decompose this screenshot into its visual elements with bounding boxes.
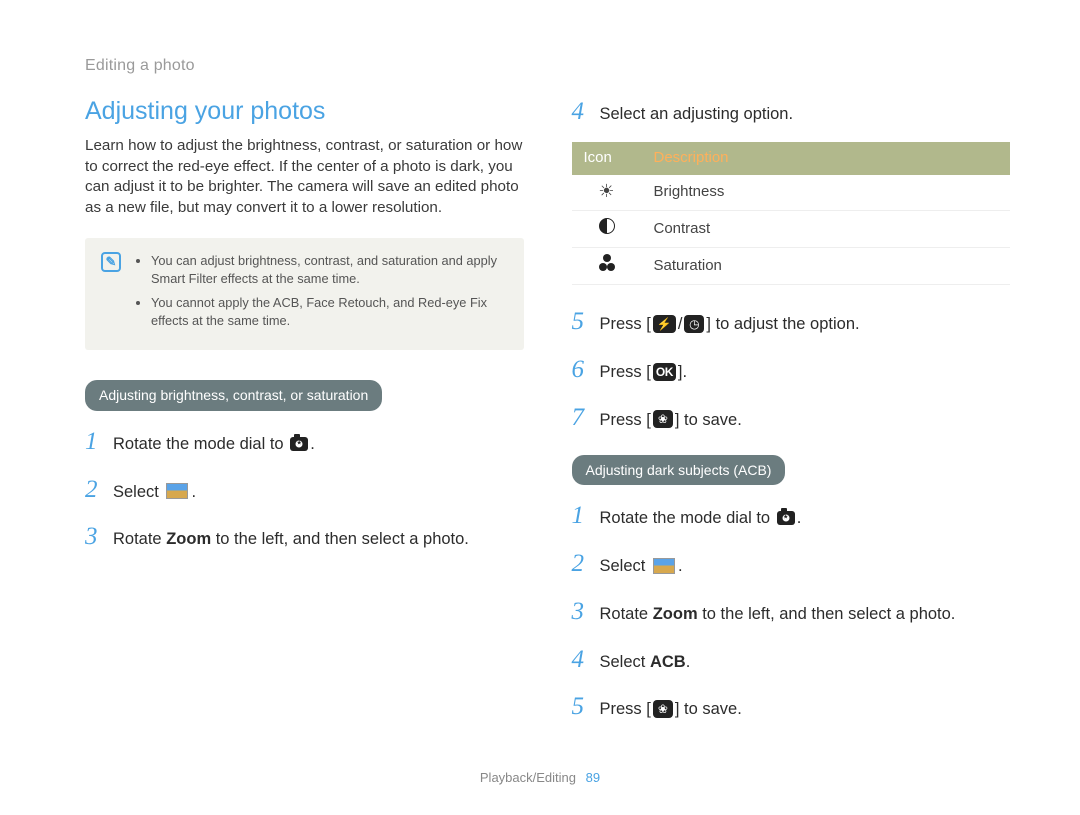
note-icon: ✎	[101, 252, 121, 272]
step-1: 1 Rotate the mode dial to ★.	[85, 425, 524, 459]
step-3: 3 Rotate Zoom to the left, and then sele…	[85, 520, 524, 554]
step-text: Select	[600, 557, 650, 575]
step-number: 1	[572, 499, 600, 533]
table-cell: Contrast	[642, 210, 1011, 247]
edit-icon	[653, 558, 675, 574]
step-number: 1	[85, 425, 113, 459]
table-header-icon: Icon	[572, 142, 642, 174]
mode-icon: ★	[777, 511, 795, 525]
note-item: You cannot apply the ACB, Face Retouch, …	[151, 294, 508, 330]
step-2: 2 Select .	[85, 473, 524, 507]
step-6: 6 Press [OK].	[572, 353, 1011, 387]
step-text: Rotate the mode dial to	[600, 509, 775, 527]
step-4: 4 Select an adjusting option.	[572, 95, 1011, 129]
step-number: 2	[572, 547, 600, 581]
table-cell: Brightness	[642, 175, 1011, 211]
step-text: Rotate	[600, 605, 653, 623]
acb-bold: ACB	[650, 653, 686, 671]
table-header-desc: Description	[642, 142, 1011, 174]
step-number: 4	[572, 643, 600, 677]
table-cell: Saturation	[642, 248, 1011, 285]
table-row: Brightness	[572, 175, 1011, 211]
step-text: ] to save.	[675, 700, 742, 718]
ok-icon: OK	[653, 363, 676, 381]
step-text: Select	[113, 483, 163, 501]
acb-step-5: 5 Press [❀] to save.	[572, 690, 1011, 724]
note-box: ✎ You can adjust brightness, contrast, a…	[85, 238, 524, 350]
macro-icon: ❀	[653, 700, 673, 718]
step-text: Press [	[600, 700, 651, 718]
brightness-icon	[598, 182, 614, 200]
step-text: Rotate	[113, 530, 166, 548]
page-footer: Playback/Editing 89	[0, 769, 1080, 787]
section-title: Adjusting your photos	[85, 95, 524, 129]
acb-step-2: 2 Select .	[572, 547, 1011, 581]
footer-section: Playback/Editing	[480, 770, 576, 785]
table-row: Contrast	[572, 210, 1011, 247]
page-number: 89	[586, 770, 600, 785]
step-text: Select	[600, 653, 650, 671]
step-number: 6	[572, 353, 600, 387]
step-text: to the left, and then select a photo.	[698, 605, 956, 623]
step-text: Press [	[600, 411, 651, 429]
subheading-pill: Adjusting brightness, contrast, or satur…	[85, 380, 382, 411]
zoom-bold: Zoom	[166, 530, 211, 548]
table-row: Saturation	[572, 248, 1011, 285]
zoom-bold: Zoom	[653, 605, 698, 623]
step-text: ].	[678, 363, 687, 381]
step-number: 3	[572, 595, 600, 629]
step-text: ] to save.	[675, 411, 742, 429]
step-number: 4	[572, 95, 600, 129]
intro-text: Learn how to adjust the brightness, cont…	[85, 136, 524, 218]
right-column: 4 Select an adjusting option. Icon Descr…	[572, 95, 1011, 739]
step-number: 5	[572, 690, 600, 724]
contrast-icon	[599, 218, 615, 234]
step-5: 5 Press [⚡/◷] to adjust the option.	[572, 305, 1011, 339]
mode-icon: ★	[290, 437, 308, 451]
step-list-right-b: 5 Press [⚡/◷] to adjust the option. 6 Pr…	[572, 305, 1011, 434]
breadcrumb: Editing a photo	[85, 55, 1010, 77]
edit-icon	[166, 483, 188, 499]
step-text: .	[686, 653, 691, 671]
step-text: ] to adjust the option.	[706, 315, 859, 333]
flash-icon: ⚡	[653, 315, 676, 333]
step-text: Rotate the mode dial to	[113, 435, 288, 453]
acb-step-1: 1 Rotate the mode dial to ★.	[572, 499, 1011, 533]
options-table: Icon Description Brightness Contrast Sat…	[572, 142, 1011, 285]
macro-icon: ❀	[653, 410, 673, 428]
step-number: 7	[572, 401, 600, 435]
step-number: 5	[572, 305, 600, 339]
saturation-icon	[597, 255, 617, 271]
acb-step-4: 4 Select ACB.	[572, 643, 1011, 677]
subheading-pill: Adjusting dark subjects (ACB)	[572, 455, 786, 486]
step-number: 3	[85, 520, 113, 554]
content-columns: Adjusting your photos Learn how to adjus…	[85, 95, 1010, 739]
step-text: Press [	[600, 363, 651, 381]
left-column: Adjusting your photos Learn how to adjus…	[85, 95, 524, 739]
step-list-acb: 1 Rotate the mode dial to ★. 2 Select . …	[572, 499, 1011, 724]
step-number: 2	[85, 473, 113, 507]
step-7: 7 Press [❀] to save.	[572, 401, 1011, 435]
step-list-left: 1 Rotate the mode dial to ★. 2 Select . …	[85, 425, 524, 554]
acb-step-3: 3 Rotate Zoom to the left, and then sele…	[572, 595, 1011, 629]
step-text: Press [	[600, 315, 651, 333]
step-list-right-a: 4 Select an adjusting option.	[572, 95, 1011, 129]
step-text: to the left, and then select a photo.	[211, 530, 469, 548]
timer-icon: ◷	[684, 315, 704, 333]
note-item: You can adjust brightness, contrast, and…	[151, 252, 508, 288]
step-text: Select an adjusting option.	[600, 103, 794, 127]
